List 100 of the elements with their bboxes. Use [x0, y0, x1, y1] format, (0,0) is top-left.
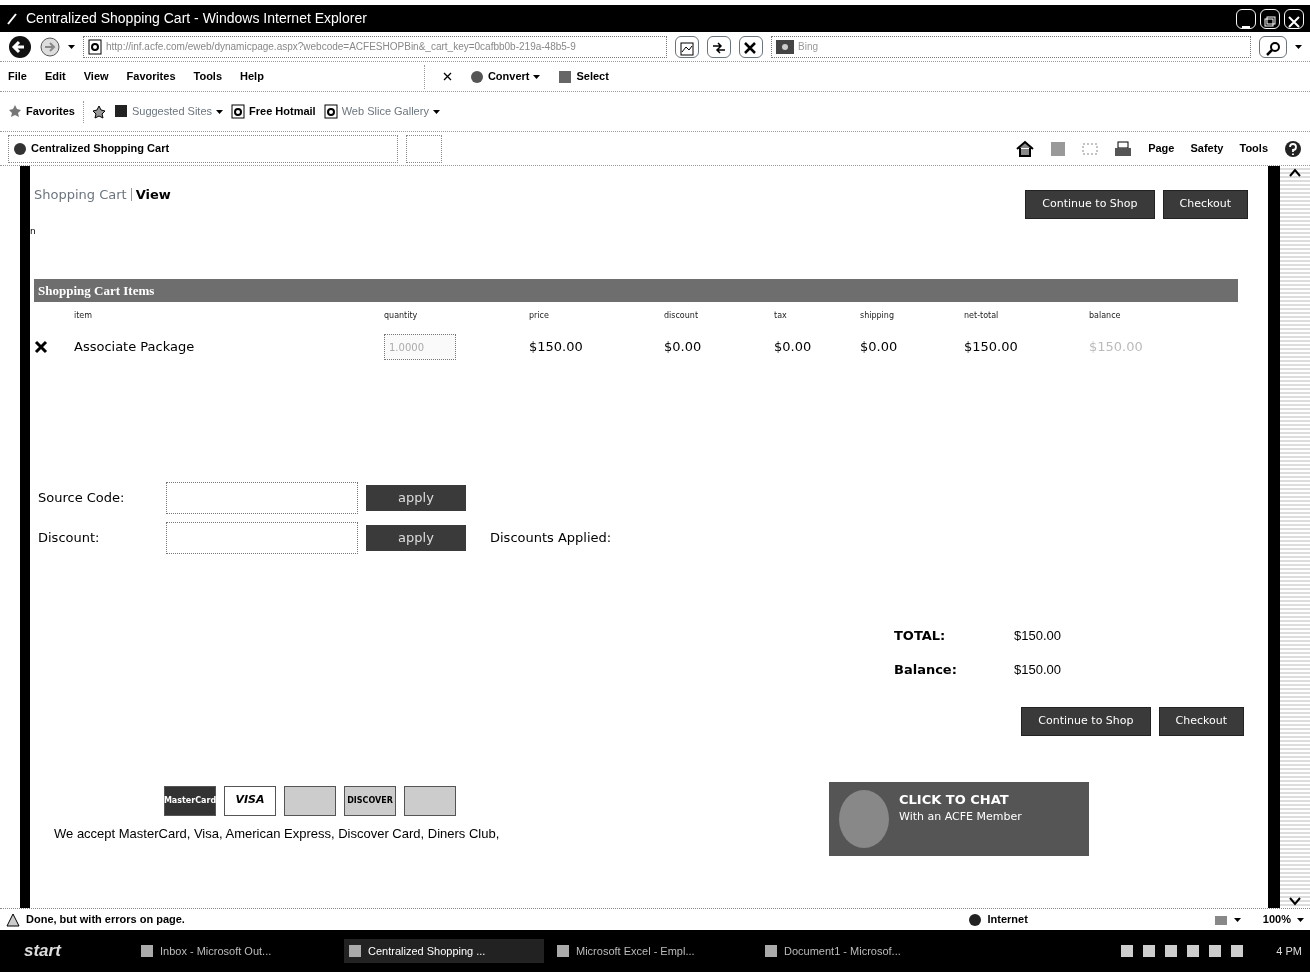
- cursor-icon: [558, 69, 573, 84]
- search-placeholder: Bing: [798, 40, 818, 54]
- tray-icon[interactable]: [1142, 944, 1157, 958]
- tray-icon[interactable]: [1208, 944, 1223, 958]
- search-button[interactable]: [1259, 35, 1287, 58]
- taskbar-button[interactable]: Centralized Shopping ...: [344, 938, 544, 964]
- remove-icon[interactable]: [34, 340, 48, 354]
- favorites-link[interactable]: Web Slice Gallery: [323, 103, 440, 120]
- command-menu[interactable]: Tools: [1239, 140, 1268, 157]
- feed-icon[interactable]: [1050, 140, 1067, 157]
- start-button[interactable]: start: [8, 938, 128, 964]
- page-icon: [88, 38, 102, 55]
- menu-item[interactable]: Favorites: [126, 68, 176, 85]
- caret-icon[interactable]: [1297, 917, 1304, 922]
- warning-icon: [6, 912, 20, 927]
- restore-icon: [1263, 15, 1277, 30]
- chat-subtitle: With an ACFE Member: [899, 809, 1022, 825]
- app-icon: [348, 944, 362, 958]
- menu-item[interactable]: Help: [240, 68, 264, 85]
- globe-icon: [967, 912, 982, 927]
- continue-shopping-button[interactable]: Continue to Shop: [1021, 707, 1151, 736]
- minimize-icon: [1242, 26, 1250, 29]
- address-field[interactable]: http://inf.acfe.com/eweb/dynamicpage.aspx?webcode=ACFESHOPBin&_cart_key=0cafbb0b-219a-48b5-9: [83, 35, 667, 58]
- add-favorite-icon[interactable]: [91, 104, 106, 119]
- zone-text: Internet: [987, 912, 1028, 928]
- mastercard-logo: MasterCard: [164, 785, 216, 816]
- total-value: $150.00: [1014, 627, 1062, 645]
- close-icon[interactable]: [442, 72, 452, 81]
- help-icon[interactable]: [1284, 139, 1302, 158]
- favorites-link[interactable]: Free Hotmail: [231, 103, 316, 120]
- column-header: price: [529, 310, 550, 322]
- column-header: balance: [1089, 310, 1122, 322]
- favorites-link[interactable]: Suggested Sites: [113, 103, 224, 120]
- scrollbar[interactable]: [1280, 166, 1310, 908]
- restore-button[interactable]: [1260, 8, 1280, 29]
- url-text: http://inf.acfe.com/eweb/dynamicpage.aspx?webcode=ACFESHOPBin&_cart_key=0cafbb0b-219a-48b5-9: [106, 40, 576, 54]
- text-field[interactable]: [166, 482, 358, 514]
- table-cell-text: $0.00: [860, 338, 899, 357]
- checkout-button[interactable]: Checkout: [1158, 707, 1244, 736]
- toolbar-button[interactable]: Convert: [469, 68, 541, 85]
- tray-icon[interactable]: [1120, 944, 1135, 958]
- menu-item[interactable]: Edit: [44, 68, 66, 85]
- command-menu[interactable]: Page: [1148, 140, 1175, 157]
- caret-icon[interactable]: [1233, 917, 1241, 922]
- tray-icon[interactable]: [1164, 944, 1179, 958]
- apply-button[interactable]: apply: [366, 485, 466, 511]
- checkout-button[interactable]: Checkout: [1162, 190, 1248, 219]
- section-header: Shopping Cart Items: [34, 278, 1238, 302]
- card-logo: [284, 785, 336, 816]
- command-menu[interactable]: Safety: [1190, 140, 1224, 157]
- chat-banner[interactable]: CLICK TO CHAT With an ACFE Member: [829, 781, 1089, 856]
- caret-icon[interactable]: [68, 44, 75, 49]
- minimize-button[interactable]: [1236, 8, 1256, 29]
- taskbar-button[interactable]: Document1 - Microsof...: [760, 938, 960, 964]
- zoom-level[interactable]: 100%: [1262, 911, 1291, 928]
- ie-icon: [6, 11, 18, 26]
- window-title: Centralized Shopping Cart - Windows Internet Explorer: [26, 9, 368, 28]
- printer-icon[interactable]: [1114, 140, 1133, 157]
- tray-icon[interactable]: [1230, 944, 1245, 958]
- column-header: net-total: [964, 310, 1000, 322]
- browser-tab[interactable]: Centralized Shopping Cart: [8, 134, 398, 163]
- picture-icon: [680, 42, 694, 57]
- total-label: TOTAL:: [894, 627, 947, 645]
- star-icon: [8, 104, 22, 119]
- apply-button[interactable]: apply: [366, 525, 466, 551]
- table-cell-text: Associate Package: [74, 338, 196, 357]
- page-icon: [231, 104, 246, 119]
- caret-icon: [216, 109, 224, 114]
- breadcrumb-link[interactable]: Shopping Cart: [34, 184, 127, 204]
- menu-item[interactable]: View: [83, 68, 109, 85]
- total-value: $150.00: [1014, 660, 1062, 679]
- favorites-link[interactable]: Favorites: [8, 103, 75, 120]
- continue-shopping-button[interactable]: Continue to Shop: [1025, 190, 1155, 219]
- payment-text: We accept MasterCard, Visa, American Express, Discover Card, Diners Club,: [54, 824, 500, 843]
- compatibility-button[interactable]: [675, 35, 699, 58]
- tray-icon[interactable]: [1186, 944, 1201, 958]
- menu-item[interactable]: File: [8, 68, 27, 85]
- document-icon: [469, 69, 484, 84]
- bing-icon: [776, 39, 794, 54]
- app-icon: [140, 944, 154, 958]
- stop-button[interactable]: [739, 35, 763, 58]
- table-cell-text: $0.00: [664, 338, 703, 357]
- caret-icon[interactable]: [1295, 44, 1302, 49]
- taskbar-button[interactable]: Inbox - Microsoft Out...: [136, 938, 336, 964]
- table-cell-text: $150.00: [529, 338, 584, 357]
- close-button[interactable]: [1284, 8, 1304, 29]
- field-label: Discount:: [38, 529, 101, 548]
- breadcrumb-current: View: [135, 185, 171, 204]
- new-tab-button[interactable]: [406, 134, 442, 163]
- toolbar-button[interactable]: Select: [558, 68, 609, 85]
- menu-item[interactable]: Tools: [193, 68, 223, 85]
- app-icon: [764, 944, 778, 958]
- home-icon[interactable]: [1016, 139, 1035, 158]
- refresh-button[interactable]: [707, 35, 731, 58]
- caret-icon: [533, 74, 541, 79]
- column-header: tax: [774, 310, 788, 322]
- taskbar-button[interactable]: Microsoft Excel - Empl...: [552, 938, 752, 964]
- chat-title: CLICK TO CHAT: [899, 790, 1010, 809]
- stray-text: n: [30, 224, 36, 238]
- text-field[interactable]: [166, 522, 358, 554]
